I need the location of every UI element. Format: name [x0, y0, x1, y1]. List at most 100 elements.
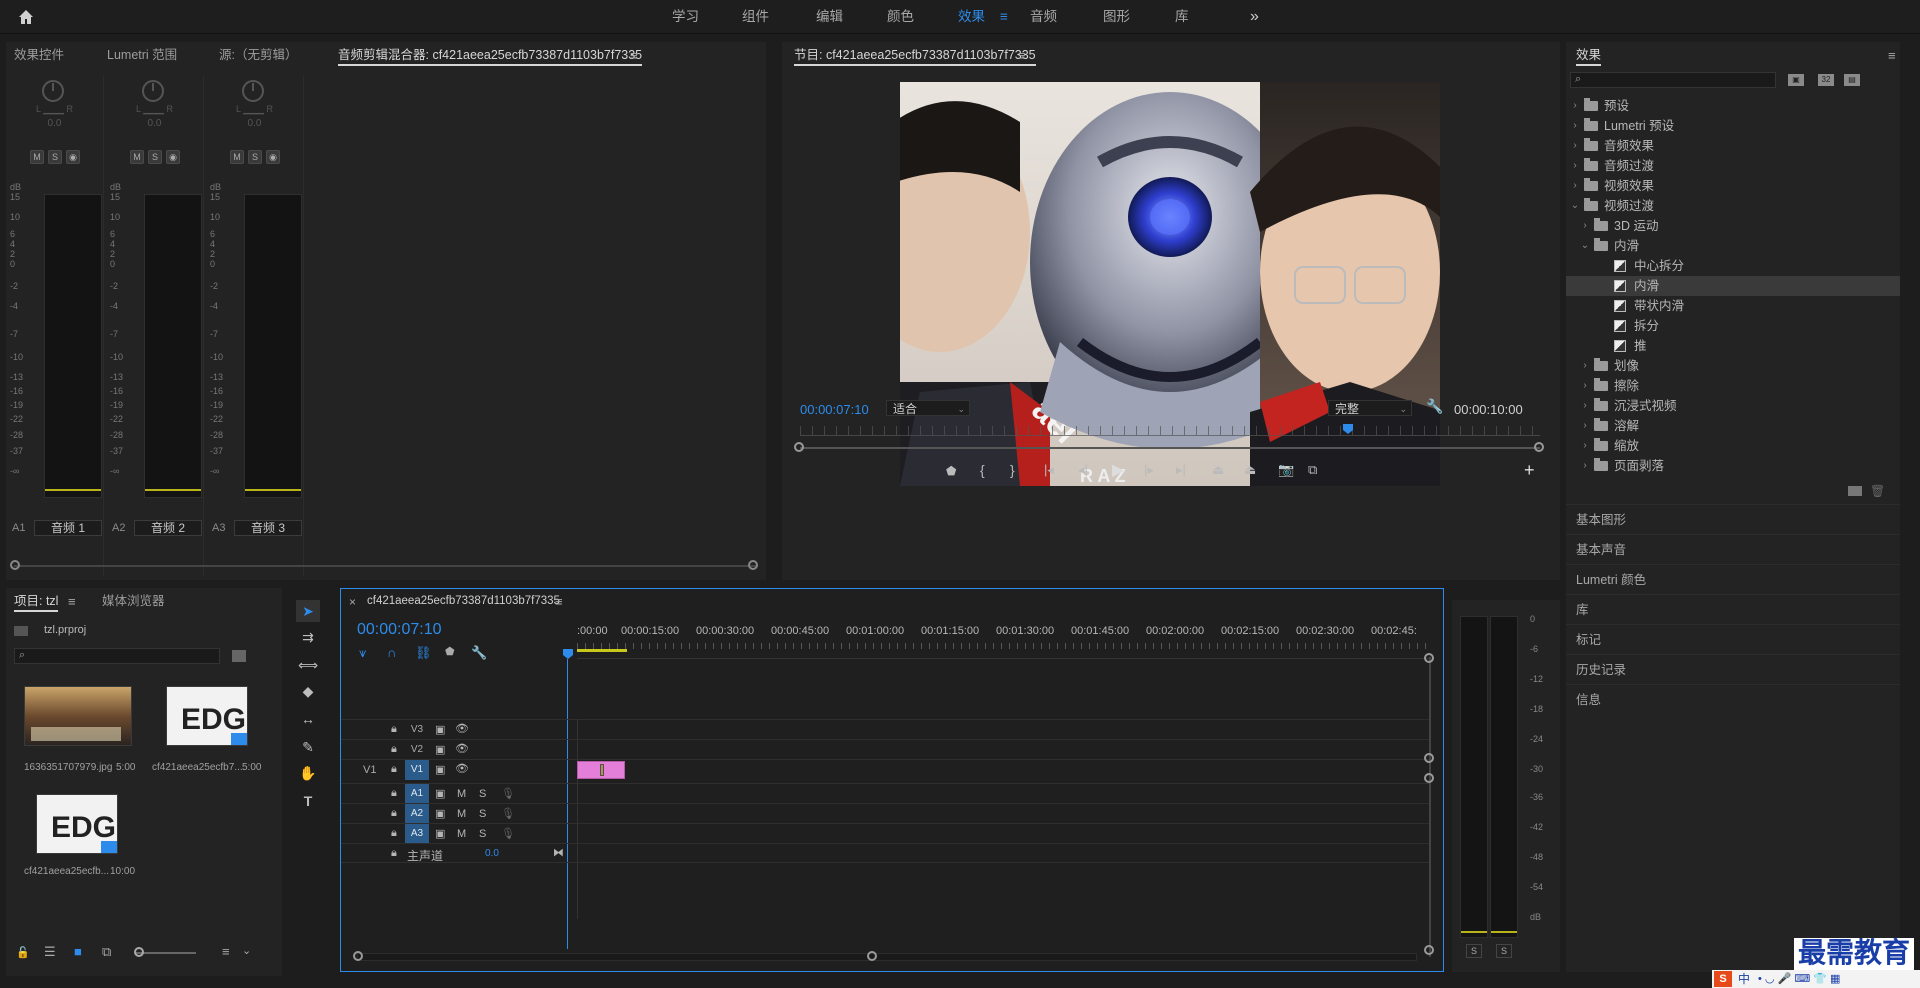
tree-item-slide[interactable]: 内滑 [1566, 276, 1900, 296]
delete-icon[interactable]: 🗑 [1870, 484, 1885, 498]
horizontal-scroll-right[interactable] [867, 951, 877, 961]
icon-view-icon[interactable]: ■ [74, 944, 82, 959]
track-label[interactable]: A2 [405, 804, 429, 824]
effects-search-input[interactable]: ⌕ [1570, 72, 1776, 88]
solo-toggle[interactable]: S [479, 788, 486, 800]
toggle-sync-icon[interactable]: ▣ [435, 787, 445, 800]
project-item-1[interactable] [24, 686, 132, 746]
pan-knob[interactable] [142, 80, 164, 102]
snap-icon[interactable]: ⩛ [359, 645, 366, 661]
quality-select[interactable]: 完整 ⌄ [1328, 400, 1412, 416]
tab-audio-clip-mixer[interactable]: 音频剪辑混合器: cf421aeea25ecfb73387d1103b7f733… [338, 42, 643, 68]
add-marker-icon[interactable]: ⬟ [445, 645, 455, 658]
tree-item-band-slide[interactable]: 带状内滑 [1566, 296, 1900, 316]
camera-icon[interactable]: 📷 [1278, 462, 1294, 478]
workspace-tab-assembly[interactable]: 组件 [742, 0, 769, 34]
ime-language[interactable]: 中 [1738, 970, 1750, 988]
lift-icon[interactable]: ⏏ [1212, 462, 1224, 478]
tree-item-immersive-video[interactable]: › 沉浸式视频 [1566, 396, 1900, 416]
playhead-timecode[interactable]: 00:00:07:10 [800, 402, 869, 417]
go-to-end-icon[interactable]: ⧓ [553, 846, 564, 859]
mute-toggle[interactable]: M [457, 788, 466, 800]
solo-left-button[interactable]: S [1466, 944, 1482, 958]
add-button-icon[interactable]: + [1524, 460, 1535, 481]
monitor-scroll-end[interactable] [1534, 442, 1544, 452]
linked-selection-icon[interactable]: ⛓ [415, 645, 432, 661]
work-area-bar[interactable] [577, 649, 627, 652]
timeline-ruler[interactable]: :00:00 00:00:15:00 00:00:30:00 00:00:45:… [577, 619, 1431, 659]
lock-icon[interactable]: 🔒︎ [391, 763, 397, 776]
lock-icon[interactable]: 🔒︎ [391, 847, 397, 860]
tree-item-page-peel[interactable]: › 页面剥落 [1566, 456, 1900, 476]
solo-right-button[interactable]: S [1496, 944, 1512, 958]
tree-item-split[interactable]: 拆分 [1566, 316, 1900, 336]
zoom-slider-handle[interactable] [134, 947, 144, 957]
list-view-icon[interactable]: ☰ [44, 944, 56, 960]
play-icon[interactable]: ▶ [1112, 460, 1124, 480]
ime-tools-icon[interactable]: • ◡ 🎤 ⌨ 👕 ▦ [1758, 970, 1840, 988]
panel-libraries[interactable]: 库 [1566, 594, 1900, 624]
scroll-handle[interactable] [1424, 945, 1434, 955]
add-marker-icon[interactable]: ⬟ [946, 464, 956, 478]
project-item-3[interactable]: EDG [36, 794, 118, 854]
tree-item-dissolve[interactable]: › 溶解 [1566, 416, 1900, 436]
go-to-out-icon[interactable]: ▸| [1176, 462, 1186, 478]
tree-item-3d-motion[interactable]: › 3D 运动 [1566, 216, 1900, 236]
tree-item-center-split[interactable]: 中心拆分 [1566, 256, 1900, 276]
razor-tool-icon[interactable]: ◆ [296, 680, 320, 702]
tree-item-video-effects[interactable]: › 视频效果 [1566, 176, 1900, 196]
step-forward-icon[interactable]: |▸ [1144, 462, 1154, 478]
panel-info[interactable]: 信息 [1566, 684, 1900, 714]
panel-lumetri-color[interactable]: Lumetri 颜色 [1566, 564, 1900, 594]
tree-item-wipe[interactable]: › 擦除 [1566, 376, 1900, 396]
more-workspaces-button[interactable]: » [1250, 0, 1259, 34]
fit-select[interactable]: 适合 ⌄ [886, 400, 970, 416]
sequence-timecode[interactable]: 00:00:07:10 [357, 621, 442, 639]
tree-item-lumetri-presets[interactable]: › Lumetri 预设 [1566, 116, 1900, 136]
solo-toggle[interactable]: S [479, 808, 486, 820]
mute-toggle[interactable]: M [457, 828, 466, 840]
workspace-tab-audio[interactable]: 音频 [1030, 0, 1057, 34]
tab-media-browser[interactable]: 媒体浏览器 [102, 588, 165, 614]
lock-icon[interactable]: 🔒︎ [391, 827, 397, 840]
panel-menu-icon[interactable]: ≡ [630, 48, 638, 63]
tab-effect-controls[interactable]: 效果控件 [14, 42, 64, 68]
chevron-down-icon[interactable]: ⌄ [242, 944, 251, 957]
vertical-scroll-bar[interactable] [1429, 657, 1431, 957]
wrench-icon[interactable]: 🔧 [1426, 398, 1443, 415]
track-label[interactable]: V2 [405, 740, 429, 760]
panel-menu-icon[interactable]: ≡ [68, 594, 76, 609]
track-select-tool-icon[interactable]: ⇉ [296, 626, 320, 648]
mute-button[interactable]: M [130, 150, 144, 164]
monitor-time-ruler[interactable] [800, 426, 1540, 436]
monitor-scroll-bar[interactable] [800, 447, 1540, 449]
slip-tool-icon[interactable]: ↔ [296, 708, 320, 730]
track-label[interactable]: A1 [405, 784, 429, 804]
track-label[interactable]: A3 [405, 824, 429, 844]
pan-value[interactable]: 0.0 [6, 118, 103, 129]
lock-icon[interactable]: 🔒︎ [391, 807, 397, 820]
yuv-effects-icon[interactable]: ▤ [1844, 74, 1860, 86]
toggle-sync-icon[interactable]: ▣ [435, 807, 445, 820]
tree-item-zoom[interactable]: › 缩放 [1566, 436, 1900, 456]
scroll-handle[interactable] [1424, 773, 1434, 783]
tree-item-audio-effects[interactable]: › 音频效果 [1566, 136, 1900, 156]
record-button[interactable]: ◉ [66, 150, 80, 164]
solo-button[interactable]: S [148, 150, 162, 164]
mute-toggle[interactable]: M [457, 808, 466, 820]
toggle-sync-icon[interactable]: ▣ [435, 763, 445, 776]
tab-project[interactable]: 项目: tzl [14, 588, 59, 614]
scroll-handle-right[interactable] [748, 560, 758, 570]
video-clip[interactable] [577, 761, 625, 779]
horizontal-scroll-left[interactable] [353, 951, 363, 961]
monitor-scroll-start[interactable] [794, 442, 804, 452]
record-button[interactable]: ◉ [166, 150, 180, 164]
eye-icon[interactable]: 👁 [455, 762, 469, 775]
project-search-input[interactable]: ⌕ [14, 648, 220, 664]
eye-icon[interactable]: 👁 [455, 742, 469, 755]
hand-tool-icon[interactable]: ✋ [296, 762, 320, 784]
workspace-menu-icon[interactable]: ≡ [1000, 0, 1008, 34]
source-patch[interactable]: V1 [363, 764, 376, 776]
extract-icon[interactable]: ⏏ [1244, 462, 1256, 478]
lock-icon[interactable]: 🔓 [16, 946, 30, 959]
